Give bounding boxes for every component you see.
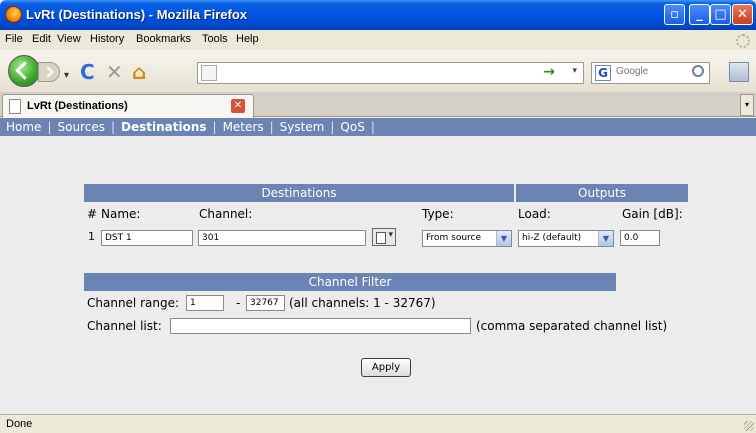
channel-filter-header: Channel Filter [84, 273, 616, 291]
nav-destinations[interactable]: Destinations [121, 120, 207, 134]
col-name-label: Name: [101, 207, 141, 221]
reload-icon[interactable]: C [80, 62, 95, 82]
channel-range-note: (all channels: 1 - 32767) [289, 296, 436, 310]
channel-picker-icon[interactable] [372, 228, 396, 246]
col-gain-label: Gain [dB]: [622, 207, 683, 221]
nav-home[interactable]: Home [6, 120, 41, 134]
tab-close-icon[interactable]: ✕ [231, 99, 245, 113]
maximize-button[interactable]: □ [710, 4, 731, 25]
restore-window-button[interactable]: ▫ [664, 4, 685, 25]
page-favicon-icon [201, 65, 217, 81]
nav-sources[interactable]: Sources [57, 120, 104, 134]
channel-range-from-input[interactable]: 1 [186, 295, 224, 311]
menu-tools[interactable]: Tools [202, 33, 228, 45]
type-select-value: From source [426, 233, 482, 243]
tab-strip: LvRt (Destinations) ✕ ▾ [0, 92, 756, 118]
minimize-button[interactable]: _ [689, 4, 710, 25]
col-number-label: # [87, 207, 98, 221]
status-text: Done [6, 418, 33, 430]
col-load-label: Load: [518, 207, 551, 221]
channel-list-input[interactable] [170, 318, 471, 334]
col-channel-label: Channel: [199, 207, 253, 221]
menu-history[interactable]: History [90, 33, 124, 45]
apply-button[interactable]: Apply [361, 358, 411, 377]
title-bar: LvRt (Destinations) - Mozilla Firefox ▫ … [0, 0, 756, 30]
address-dropdown-icon[interactable]: ▾ [572, 66, 577, 76]
page-content: Home | Sources | Destinations | Meters | System |… [0, 118, 756, 414]
gain-input[interactable]: 0.0 [620, 230, 660, 246]
back-button[interactable] [8, 55, 40, 87]
search-magnifier-icon[interactable] [692, 65, 704, 77]
page-icon [9, 99, 21, 114]
load-select[interactable]: hi-Z (default) ▼ [518, 230, 614, 247]
tab-title: LvRt (Destinations) [27, 100, 128, 112]
status-bar: Done [0, 414, 756, 433]
nav-system[interactable]: System [280, 120, 325, 134]
channel-range-label: Channel range: [87, 296, 180, 310]
tab-list-dropdown-icon[interactable]: ▾ [740, 94, 754, 116]
firefox-logo-icon [5, 6, 22, 23]
menu-bookmarks[interactable]: Bookmarks [136, 33, 191, 45]
menu-edit[interactable]: Edit [32, 33, 51, 45]
channel-list-label: Channel list: [87, 319, 162, 333]
window-title: LvRt (Destinations) - Mozilla Firefox [26, 7, 248, 22]
chevron-down-icon: ▼ [496, 231, 511, 246]
chevron-down-icon: ▼ [598, 231, 613, 246]
forward-button[interactable] [38, 62, 60, 82]
navigation-toolbar: ▾ C ✕ ⌂ → ▾ G [0, 50, 756, 92]
home-icon[interactable]: ⌂ [132, 62, 146, 82]
destinations-header: Destinations [84, 184, 514, 202]
load-select-value: hi-Z (default) [522, 233, 582, 243]
type-select[interactable]: From source ▼ [422, 230, 512, 247]
search-input[interactable] [616, 66, 676, 77]
google-engine-icon[interactable]: G [595, 65, 611, 81]
channel-input[interactable]: 301 [198, 230, 366, 246]
nav-qos[interactable]: QoS [340, 120, 364, 134]
history-dropdown-icon[interactable]: ▾ [64, 66, 69, 86]
row-number: 1 [88, 230, 95, 243]
site-navigation: Home | Sources | Destinations | Meters | System |… [0, 118, 756, 136]
col-type-label: Type: [422, 207, 454, 221]
menu-view[interactable]: View [57, 33, 81, 45]
close-window-button[interactable]: ✕ [732, 4, 753, 25]
address-bar[interactable]: → ▾ [197, 62, 584, 84]
activity-throbber-icon [736, 34, 750, 48]
go-arrow-icon[interactable]: → [543, 64, 555, 80]
stop-icon[interactable]: ✕ [106, 62, 123, 82]
menu-help[interactable]: Help [236, 33, 259, 45]
tab-lvrt-destinations[interactable]: LvRt (Destinations) ✕ [2, 94, 254, 118]
menu-file[interactable]: File [5, 33, 23, 45]
channel-list-note: (comma separated channel list) [476, 319, 668, 333]
extension-icon[interactable] [729, 62, 749, 82]
channel-range-to-input[interactable]: 32767 [246, 295, 285, 311]
outputs-header: Outputs [516, 184, 688, 202]
resize-grip-icon[interactable] [744, 421, 754, 431]
menu-bar: File Edit View History Bookmarks Tools H… [0, 30, 756, 50]
destination-name-input[interactable]: DST 1 [101, 230, 193, 246]
search-bar[interactable]: G [591, 62, 710, 84]
nav-meters[interactable]: Meters [223, 120, 264, 134]
range-dash: - [236, 296, 241, 310]
